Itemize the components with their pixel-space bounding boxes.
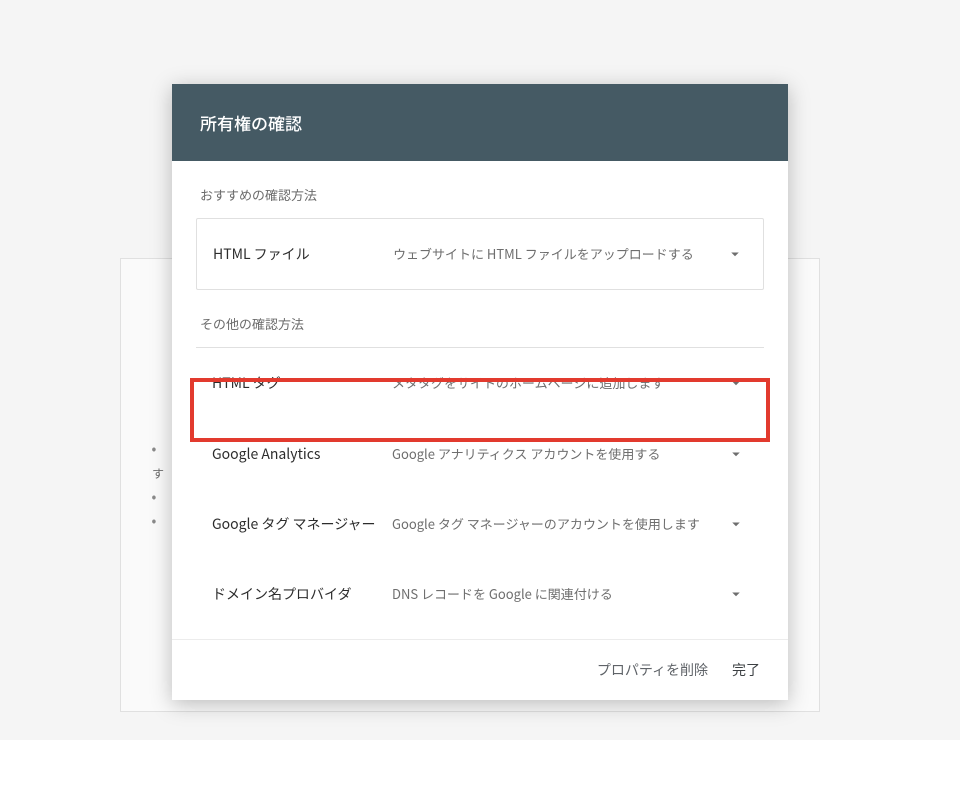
page-background: ● す ● ● 所有権の確認 おすすめの確認方法 HTML ファイル ウェブサイ… [0, 0, 960, 740]
method-row-domain-provider[interactable]: ドメイン名プロバイダ DNS レコードを Google に関連付ける [196, 558, 764, 628]
method-desc: DNS レコードを Google に関連付ける [392, 584, 724, 604]
delete-property-button[interactable]: プロパティを削除 [597, 660, 708, 680]
chevron-down-icon [724, 374, 748, 392]
other-methods-list: HTML タグ メタタグをサイトのホームページに追加します Google Ana… [196, 347, 764, 628]
chevron-down-icon [724, 515, 748, 533]
method-title: HTML タグ [212, 373, 392, 393]
method-title: Google タグ マネージャー [212, 514, 392, 534]
recommended-method-card: HTML ファイル ウェブサイトに HTML ファイルをアップロードする [196, 218, 764, 290]
chevron-down-icon [723, 245, 747, 263]
method-row-google-analytics[interactable]: Google Analytics Google アナリティクス アカウントを使用… [196, 418, 764, 488]
ownership-verify-dialog: 所有権の確認 おすすめの確認方法 HTML ファイル ウェブサイトに HTML … [172, 84, 788, 700]
method-row-html-file[interactable]: HTML ファイル ウェブサイトに HTML ファイルをアップロードする [197, 219, 763, 289]
method-desc: ウェブサイトに HTML ファイルをアップロードする [393, 244, 723, 264]
done-button[interactable]: 完了 [732, 660, 760, 680]
chevron-down-icon [724, 585, 748, 603]
method-desc: メタタグをサイトのホームページに追加します [392, 373, 724, 393]
dialog-footer: プロパティを削除 完了 [172, 639, 788, 700]
chevron-down-icon [724, 445, 748, 463]
method-desc: Google アナリティクス アカウントを使用する [392, 444, 724, 464]
other-section-label: その他の確認方法 [200, 314, 760, 333]
method-row-html-tag[interactable]: HTML タグ メタタグをサイトのホームページに追加します [196, 348, 764, 418]
method-title: Google Analytics [212, 444, 392, 464]
method-title: ドメイン名プロバイダ [212, 584, 392, 604]
method-title: HTML ファイル [213, 244, 393, 264]
recommended-section-label: おすすめの確認方法 [200, 185, 760, 204]
method-row-google-tag-manager[interactable]: Google タグ マネージャー Google タグ マネージャーのアカウントを… [196, 488, 764, 558]
method-desc: Google タグ マネージャーのアカウントを使用します [392, 514, 724, 534]
dialog-body: おすすめの確認方法 HTML ファイル ウェブサイトに HTML ファイルをアッ… [172, 161, 788, 639]
background-bullets: ● す ● ● [152, 438, 164, 534]
dialog-title: 所有権の確認 [172, 84, 788, 161]
